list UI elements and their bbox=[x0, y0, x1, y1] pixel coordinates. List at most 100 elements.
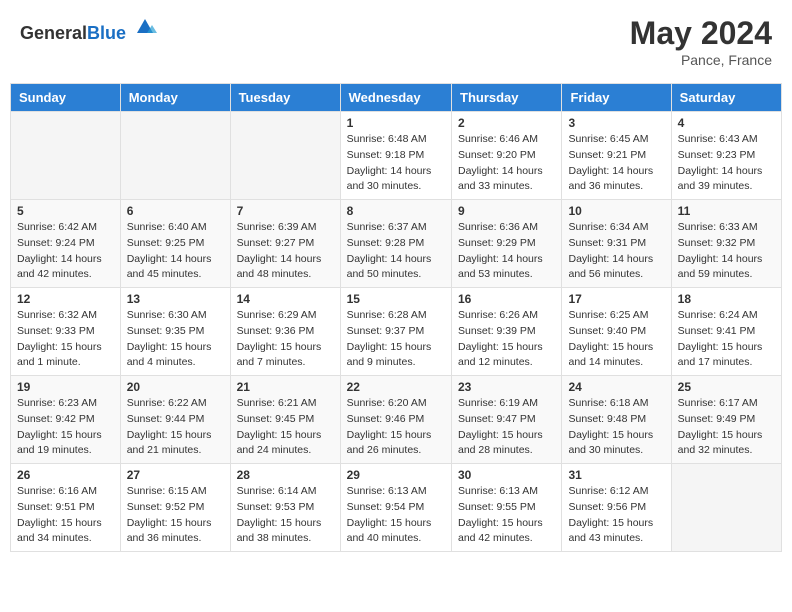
calendar-cell: 7 Sunrise: 6:39 AMSunset: 9:27 PMDaylight… bbox=[230, 200, 340, 288]
day-info: Sunrise: 6:34 AMSunset: 9:31 PMDaylight:… bbox=[568, 220, 664, 283]
calendar-cell: 9 Sunrise: 6:36 AMSunset: 9:29 PMDaylight… bbox=[452, 200, 562, 288]
day-number: 11 bbox=[678, 204, 775, 218]
day-info: Sunrise: 6:14 AMSunset: 9:53 PMDaylight:… bbox=[237, 484, 334, 547]
calendar-table: SundayMondayTuesdayWednesdayThursdayFrid… bbox=[10, 83, 782, 552]
location: Pance, France bbox=[630, 52, 772, 68]
day-info: Sunrise: 6:26 AMSunset: 9:39 PMDaylight:… bbox=[458, 308, 555, 371]
weekday-header: Wednesday bbox=[340, 84, 451, 112]
day-number: 4 bbox=[678, 116, 775, 130]
calendar-week-row: 26Sunrise: 6:16 AMSunset: 9:51 PMDayligh… bbox=[11, 464, 782, 552]
day-number: 19 bbox=[17, 380, 114, 394]
day-info: Sunrise: 6:25 AMSunset: 9:40 PMDaylight:… bbox=[568, 308, 664, 371]
day-info: Sunrise: 6:23 AMSunset: 9:42 PMDaylight:… bbox=[17, 396, 114, 459]
day-number: 18 bbox=[678, 292, 775, 306]
day-number: 25 bbox=[678, 380, 775, 394]
day-info: Sunrise: 6:30 AMSunset: 9:35 PMDaylight:… bbox=[127, 308, 224, 371]
calendar-cell: 5Sunrise: 6:42 AMSunset: 9:24 PMDaylight… bbox=[11, 200, 121, 288]
calendar-cell: 13 Sunrise: 6:30 AMSunset: 9:35 PMDayligh… bbox=[120, 288, 230, 376]
calendar-cell: 18Sunrise: 6:24 AMSunset: 9:41 PMDayligh… bbox=[671, 288, 781, 376]
day-number: 6 bbox=[127, 204, 224, 218]
calendar-cell bbox=[230, 112, 340, 200]
calendar-cell: 6 Sunrise: 6:40 AMSunset: 9:25 PMDaylight… bbox=[120, 200, 230, 288]
calendar-cell: 15 Sunrise: 6:28 AMSunset: 9:37 PMDayligh… bbox=[340, 288, 451, 376]
day-number: 21 bbox=[237, 380, 334, 394]
day-number: 12 bbox=[17, 292, 114, 306]
logo-blue: Blue bbox=[87, 23, 126, 43]
day-number: 16 bbox=[458, 292, 555, 306]
day-number: 26 bbox=[17, 468, 114, 482]
logo-icon bbox=[133, 15, 157, 39]
calendar-cell: 23Sunrise: 6:19 AMSunset: 9:47 PMDayligh… bbox=[452, 376, 562, 464]
day-number: 27 bbox=[127, 468, 224, 482]
day-number: 9 bbox=[458, 204, 555, 218]
day-number: 17 bbox=[568, 292, 664, 306]
calendar-week-row: 12 Sunrise: 6:32 AMSunset: 9:33 PMDayligh… bbox=[11, 288, 782, 376]
calendar-cell: 19 Sunrise: 6:23 AMSunset: 9:42 PMDayligh… bbox=[11, 376, 121, 464]
calendar-cell: 16 Sunrise: 6:26 AMSunset: 9:39 PMDayligh… bbox=[452, 288, 562, 376]
day-info: Sunrise: 6:28 AMSunset: 9:37 PMDaylight:… bbox=[347, 308, 445, 371]
calendar-week-row: 1Sunrise: 6:48 AMSunset: 9:18 PMDaylight… bbox=[11, 112, 782, 200]
weekday-header: Sunday bbox=[11, 84, 121, 112]
day-info: Sunrise: 6:37 AMSunset: 9:28 PMDaylight:… bbox=[347, 220, 445, 283]
calendar-cell: 1Sunrise: 6:48 AMSunset: 9:18 PMDaylight… bbox=[340, 112, 451, 200]
calendar-cell: 2 Sunrise: 6:46 AMSunset: 9:20 PMDaylight… bbox=[452, 112, 562, 200]
day-info: Sunrise: 6:33 AMSunset: 9:32 PMDaylight:… bbox=[678, 220, 775, 283]
day-number: 23 bbox=[458, 380, 555, 394]
day-number: 7 bbox=[237, 204, 334, 218]
day-number: 30 bbox=[458, 468, 555, 482]
weekday-header-row: SundayMondayTuesdayWednesdayThursdayFrid… bbox=[11, 84, 782, 112]
logo: GeneralBlue bbox=[20, 15, 157, 44]
calendar-cell: 28 Sunrise: 6:14 AMSunset: 9:53 PMDayligh… bbox=[230, 464, 340, 552]
calendar-cell: 27 Sunrise: 6:15 AMSunset: 9:52 PMDayligh… bbox=[120, 464, 230, 552]
page-header: GeneralBlue May 2024 Pance, France bbox=[10, 10, 782, 73]
day-info: Sunrise: 6:29 AMSunset: 9:36 PMDaylight:… bbox=[237, 308, 334, 371]
day-number: 3 bbox=[568, 116, 664, 130]
logo-general: General bbox=[20, 23, 87, 43]
weekday-header: Thursday bbox=[452, 84, 562, 112]
day-info: Sunrise: 6:18 AMSunset: 9:48 PMDaylight:… bbox=[568, 396, 664, 459]
day-number: 22 bbox=[347, 380, 445, 394]
weekday-header: Monday bbox=[120, 84, 230, 112]
weekday-header: Friday bbox=[562, 84, 671, 112]
calendar-week-row: 5Sunrise: 6:42 AMSunset: 9:24 PMDaylight… bbox=[11, 200, 782, 288]
day-info: Sunrise: 6:40 AMSunset: 9:25 PMDaylight:… bbox=[127, 220, 224, 283]
day-number: 28 bbox=[237, 468, 334, 482]
calendar-cell bbox=[11, 112, 121, 200]
calendar-cell: 11 Sunrise: 6:33 AMSunset: 9:32 PMDayligh… bbox=[671, 200, 781, 288]
calendar-week-row: 19 Sunrise: 6:23 AMSunset: 9:42 PMDayligh… bbox=[11, 376, 782, 464]
day-info: Sunrise: 6:21 AMSunset: 9:45 PMDaylight:… bbox=[237, 396, 334, 459]
calendar-cell: 3 Sunrise: 6:45 AMSunset: 9:21 PMDaylight… bbox=[562, 112, 671, 200]
day-number: 2 bbox=[458, 116, 555, 130]
day-info: Sunrise: 6:36 AMSunset: 9:29 PMDaylight:… bbox=[458, 220, 555, 283]
day-info: Sunrise: 6:13 AMSunset: 9:55 PMDaylight:… bbox=[458, 484, 555, 547]
calendar-cell: 30 Sunrise: 6:13 AMSunset: 9:55 PMDayligh… bbox=[452, 464, 562, 552]
month-title: May 2024 bbox=[630, 15, 772, 52]
calendar-cell: 14Sunrise: 6:29 AMSunset: 9:36 PMDayligh… bbox=[230, 288, 340, 376]
calendar-cell bbox=[671, 464, 781, 552]
day-number: 10 bbox=[568, 204, 664, 218]
day-info: Sunrise: 6:39 AMSunset: 9:27 PMDaylight:… bbox=[237, 220, 334, 283]
calendar-cell bbox=[120, 112, 230, 200]
day-number: 29 bbox=[347, 468, 445, 482]
calendar-cell: 24Sunrise: 6:18 AMSunset: 9:48 PMDayligh… bbox=[562, 376, 671, 464]
weekday-header: Tuesday bbox=[230, 84, 340, 112]
day-number: 13 bbox=[127, 292, 224, 306]
day-info: Sunrise: 6:32 AMSunset: 9:33 PMDaylight:… bbox=[17, 308, 114, 371]
day-info: Sunrise: 6:46 AMSunset: 9:20 PMDaylight:… bbox=[458, 132, 555, 195]
day-info: Sunrise: 6:15 AMSunset: 9:52 PMDaylight:… bbox=[127, 484, 224, 547]
day-info: Sunrise: 6:42 AMSunset: 9:24 PMDaylight:… bbox=[17, 220, 114, 283]
day-info: Sunrise: 6:45 AMSunset: 9:21 PMDaylight:… bbox=[568, 132, 664, 195]
day-info: Sunrise: 6:13 AMSunset: 9:54 PMDaylight:… bbox=[347, 484, 445, 547]
day-number: 20 bbox=[127, 380, 224, 394]
calendar-cell: 17 Sunrise: 6:25 AMSunset: 9:40 PMDayligh… bbox=[562, 288, 671, 376]
day-info: Sunrise: 6:20 AMSunset: 9:46 PMDaylight:… bbox=[347, 396, 445, 459]
title-block: May 2024 Pance, France bbox=[630, 15, 772, 68]
calendar-cell: 20 Sunrise: 6:22 AMSunset: 9:44 PMDayligh… bbox=[120, 376, 230, 464]
day-info: Sunrise: 6:12 AMSunset: 9:56 PMDaylight:… bbox=[568, 484, 664, 547]
day-info: Sunrise: 6:22 AMSunset: 9:44 PMDaylight:… bbox=[127, 396, 224, 459]
day-number: 15 bbox=[347, 292, 445, 306]
calendar-cell: 29 Sunrise: 6:13 AMSunset: 9:54 PMDayligh… bbox=[340, 464, 451, 552]
day-info: Sunrise: 6:48 AMSunset: 9:18 PMDaylight:… bbox=[347, 132, 445, 195]
calendar-cell: 8Sunrise: 6:37 AMSunset: 9:28 PMDaylight… bbox=[340, 200, 451, 288]
calendar-cell: 10 Sunrise: 6:34 AMSunset: 9:31 PMDayligh… bbox=[562, 200, 671, 288]
